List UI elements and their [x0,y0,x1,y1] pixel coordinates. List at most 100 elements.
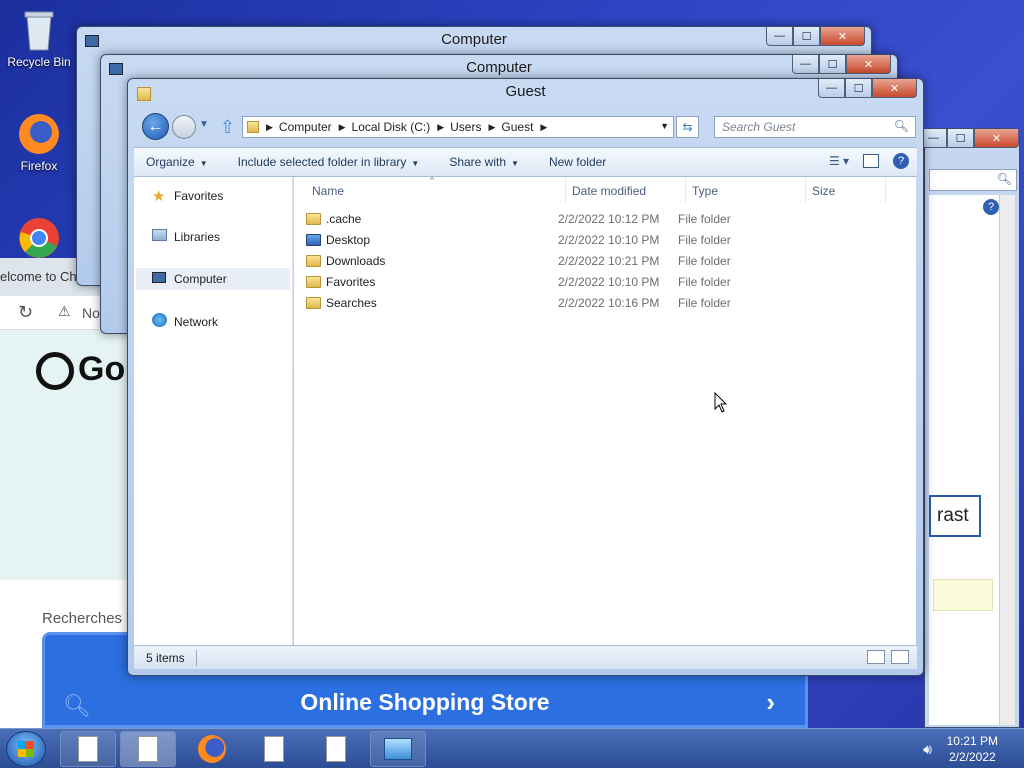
breadcrumb-separator-icon[interactable]: ▶ [540,122,547,133]
share-with-button[interactable]: Share with ▼ [437,155,519,169]
nav-item-computer[interactable]: Computer [136,268,290,290]
organize-button[interactable]: Organize ▼ [134,155,208,169]
close-button[interactable]: ✕ [820,27,865,46]
reload-icon[interactable]: ↻ [18,302,33,323]
mouse-cursor-icon [714,392,728,413]
maximize-button[interactable]: ☐ [793,27,820,46]
nav-item-network[interactable]: Network [152,313,218,330]
window-caption-buttons: — ☐ ✕ [920,129,1019,148]
command-bar: Organize ▼ Include selected folder in lib… [134,147,917,177]
column-header-date[interactable]: Date modified [566,177,686,203]
contrast-button[interactable]: rast [929,495,981,537]
taskbar-item-firefox[interactable] [184,731,240,767]
taskbar-item-document-2[interactable] [246,731,302,767]
close-button[interactable]: ✕ [974,129,1019,148]
background-window-right[interactable]: — ☐ ✕ 🔍︎ rast ? [920,128,1020,728]
forward-button[interactable] [172,115,196,139]
file-row[interactable]: Searches 2/2/2022 10:16 PM File folder [306,292,746,313]
search-icon[interactable]: 🔍︎ [894,119,909,133]
nav-item-libraries[interactable]: Libraries [152,229,220,244]
minimize-button[interactable]: — [792,55,819,74]
folder-icon [306,212,321,225]
preview-pane-icon[interactable] [863,154,879,168]
breadcrumb-computer[interactable]: Computer [279,120,332,134]
chevron-down-icon[interactable]: ▼ [660,121,669,131]
breadcrumb-separator-icon[interactable]: ▶ [437,122,444,133]
column-header-type[interactable]: Type [686,177,806,203]
breadcrumb-separator-icon[interactable]: ▶ [266,122,273,133]
breadcrumb-separator-icon[interactable]: ▶ [488,122,495,133]
window-caption-buttons: — ☐ ✕ [766,27,865,46]
help-icon[interactable]: ? [893,153,909,169]
close-button[interactable]: ✕ [846,55,891,74]
navigation-pane: ★ Favorites Libraries Computer Network [134,177,293,647]
explorer-window-guest[interactable]: Guest — ☐ ✕ ← ▼ ⇧ ▶ Computer ▶ Local Dis… [127,78,924,676]
search-field-partial[interactable]: 🔍︎ [929,169,1017,191]
include-in-library-button[interactable]: Include selected folder in library ▼ [226,155,420,169]
downloads-folder-icon [306,254,321,267]
details-view-icon[interactable] [867,650,885,664]
chevron-down-icon: ▼ [511,159,519,168]
document-icon [78,736,98,762]
windows-logo-icon [18,741,34,757]
yellow-panel [933,579,993,611]
search-input[interactable]: Search Guest 🔍︎ [714,116,916,138]
desktop-icon-label: Firefox [20,159,58,173]
minimize-button[interactable]: — [920,129,947,148]
desktop-icon-chrome[interactable] [1,216,77,263]
start-button[interactable] [6,731,46,767]
arrow-left-icon: ← [147,117,164,135]
breadcrumb-guest[interactable]: Guest [501,120,533,134]
taskbar-item-control-panel[interactable] [370,731,426,767]
breadcrumb-separator-icon[interactable]: ▶ [339,122,346,133]
file-row[interactable]: Favorites 2/2/2022 10:10 PM File folder [306,271,746,292]
desktop-folder-icon [306,233,321,246]
minimize-button[interactable]: — [766,27,793,46]
sort-arrow-icon: ^ [430,175,435,185]
search-placeholder: Search Guest [722,120,796,134]
chevron-right-icon[interactable]: › [766,687,775,718]
clock-time: 10:21 PM [946,734,998,748]
scrollbar[interactable] [999,195,1015,725]
view-options-icon[interactable]: ☰ ▾ [829,154,849,168]
taskbar-item-document-3[interactable] [308,731,364,767]
column-header-size[interactable]: Size [806,177,886,203]
favorites-folder-icon [306,275,321,288]
nav-item-favorites[interactable]: ★ Favorites [152,187,223,205]
document-icon [264,736,284,762]
desktop-icon-recycle-bin[interactable]: Recycle Bin [1,8,77,69]
column-header-name[interactable]: Name ^ [306,175,566,203]
desktop-icon-label: Recycle Bin [7,55,71,69]
logo-mark-icon [36,352,74,391]
taskbar-item-document[interactable] [60,731,116,767]
up-arrow-icon[interactable]: ⇧ [220,117,235,138]
refresh-button[interactable]: ⇆ [676,116,699,138]
file-row[interactable]: .cache 2/2/2022 10:12 PM File folder [306,208,746,229]
maximize-button[interactable]: ☐ [819,55,846,74]
back-button[interactable]: ← [142,113,169,140]
file-row[interactable]: Desktop 2/2/2022 10:10 PM File folder [306,229,746,250]
taskbar-item-document-active[interactable] [120,731,176,767]
maximize-button[interactable]: ☐ [845,79,872,98]
chevron-down-icon[interactable]: ▼ [199,119,209,130]
address-bar[interactable]: ▶ Computer ▶ Local Disk (C:) ▶ Users ▶ G… [242,116,674,138]
close-button[interactable]: ✕ [872,79,917,98]
godaddy-logo: Go [36,350,125,391]
large-icons-view-icon[interactable] [891,650,909,664]
file-row[interactable]: Downloads 2/2/2022 10:21 PM File folder [306,250,746,271]
firefox-icon [198,735,226,763]
computer-icon [152,272,170,286]
breadcrumb-users[interactable]: Users [450,120,481,134]
desktop-icon-firefox[interactable]: Firefox [1,112,77,173]
system-clock[interactable]: 10:21 PM 2/2/2022 [947,733,998,765]
minimize-button[interactable]: — [818,79,845,98]
maximize-button[interactable]: ☐ [947,129,974,148]
new-folder-button[interactable]: New folder [537,155,606,169]
file-list-pane: Name ^ Date modified Type Size .cache 2/2… [294,175,916,647]
help-icon[interactable]: ? [983,199,999,215]
taskbar: 🔊︎ 10:21 PM 2/2/2022 [0,728,1024,768]
breadcrumb-local-disk[interactable]: Local Disk (C:) [352,120,431,134]
status-bar: 5 items [134,645,917,669]
control-panel-icon [384,738,412,760]
volume-icon[interactable]: 🔊︎ [923,741,932,758]
